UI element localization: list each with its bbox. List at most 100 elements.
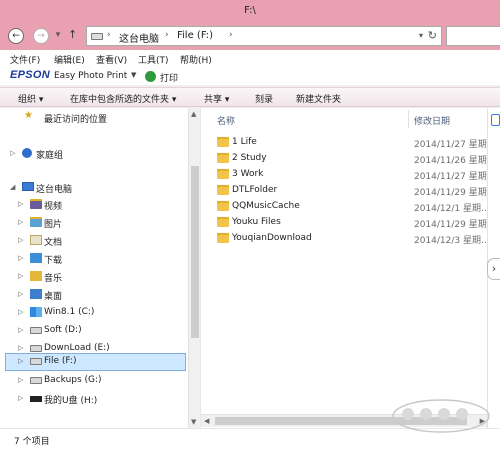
column-header-row: 名称 修改日期	[201, 108, 488, 130]
address-bar[interactable]: › 这台电脑 › File (F:) › ▾ ↻	[86, 26, 442, 46]
print-icon[interactable]	[145, 71, 156, 82]
menu-bar: 文件(F) 编辑(E) 查看(V) 工具(T) 帮助(H)	[0, 50, 500, 67]
title-bar[interactable]: F:\	[0, 0, 500, 22]
expand-arrow-icon[interactable]: ▷	[18, 290, 23, 298]
music-folder-icon	[30, 271, 42, 281]
breadcrumb-file-f[interactable]: File (F:)	[177, 30, 213, 41]
folder-icon	[217, 153, 229, 163]
easy-photo-print-button[interactable]: Easy Photo Print	[54, 71, 127, 81]
drive-icon	[30, 345, 42, 352]
expand-arrow-icon[interactable]: ▷	[18, 254, 23, 262]
tree-item-desktop[interactable]: ▷ 桌面	[14, 287, 186, 303]
include-in-library-button[interactable]: 在库中包含所选的文件夹 ▾	[70, 92, 176, 105]
collapse-arrow-icon[interactable]: ◢	[10, 183, 15, 191]
nav-vertical-scrollbar[interactable]: ▲ ▼	[188, 108, 200, 428]
menu-file[interactable]: 文件(F)	[10, 53, 40, 66]
drive-icon	[30, 327, 42, 334]
share-button[interactable]: 共享 ▾	[204, 92, 229, 105]
tree-item-drive-f[interactable]: ▷ File (F:)	[5, 353, 186, 371]
forward-button[interactable]: →	[33, 28, 49, 44]
expand-arrow-icon[interactable]: ▷	[18, 218, 23, 226]
preview-pane-icon[interactable]	[491, 114, 500, 126]
tree-item-drive-h[interactable]: ▷ 我的U盘 (H:)	[14, 391, 186, 407]
folder-icon	[217, 185, 229, 195]
item-count: 7 个项目	[14, 437, 50, 447]
column-divider[interactable]	[408, 110, 409, 128]
preview-strip: ›	[487, 108, 500, 428]
list-item[interactable]: YouqianDownload 2014/12/3 星期...	[201, 230, 488, 246]
chevron-right-icon: ›	[165, 30, 169, 40]
folder-icon	[217, 201, 229, 211]
expand-arrow-icon[interactable]: ▷	[18, 272, 23, 280]
address-dropdown-icon[interactable]: ▾	[419, 31, 423, 40]
tree-item-downloads[interactable]: ▷ 下载	[14, 251, 186, 267]
usb-drive-icon	[30, 396, 42, 402]
back-button[interactable]: ←	[8, 28, 24, 44]
windows-drive-icon	[30, 307, 42, 317]
desktop-folder-icon	[30, 289, 42, 299]
column-header-name[interactable]: 名称	[217, 114, 235, 127]
tree-item-pictures[interactable]: ▷ 图片	[14, 215, 186, 231]
tree-item-documents[interactable]: ▷ 文档	[14, 233, 186, 249]
folder-tree: ★ 最近访问的位置 ▷ 家庭组 ◢ 这台电脑 ▷ 视频 ▷ 图片 ▷ 文档 ▷ …	[0, 108, 188, 428]
expand-arrow-icon[interactable]: ▷	[18, 394, 23, 402]
expand-arrow-icon[interactable]: ▷	[18, 200, 23, 208]
folder-icon	[217, 169, 229, 179]
menu-tools[interactable]: 工具(T)	[138, 53, 169, 66]
tree-item-videos[interactable]: ▷ 视频	[14, 197, 186, 213]
menu-edit[interactable]: 编辑(E)	[54, 53, 85, 66]
up-button[interactable]: ↑	[68, 28, 77, 41]
explorer-window: F:\ ← → ▾ ↑ › 这台电脑 › File (F:) › ▾ ↻ 文件(…	[0, 0, 500, 452]
scroll-up-icon[interactable]: ▲	[191, 110, 196, 118]
downloads-folder-icon	[30, 253, 42, 263]
expand-arrow-icon[interactable]: ▷	[18, 236, 23, 244]
tree-item-music[interactable]: ▷ 音乐	[14, 269, 186, 285]
expand-arrow-icon[interactable]: ▷	[18, 376, 23, 384]
expand-arrow-icon[interactable]: ▷	[18, 326, 23, 334]
organize-button[interactable]: 组织 ▾	[18, 92, 43, 105]
chevron-right-icon: ›	[229, 30, 233, 40]
window-title: F:\	[244, 5, 256, 16]
scroll-down-icon[interactable]: ▼	[191, 418, 196, 426]
column-header-date[interactable]: 修改日期	[414, 114, 450, 127]
command-bar: 组织 ▾ 在库中包含所选的文件夹 ▾ 共享 ▾ 刻录 新建文件夹	[0, 87, 500, 107]
chevron-down-icon[interactable]: ▼	[131, 71, 136, 79]
chevron-right-icon: ›	[107, 30, 111, 40]
tree-item-drive-d[interactable]: ▷ Soft (D:)	[14, 323, 186, 339]
recent-locations-dropdown[interactable]: ▾	[53, 28, 63, 44]
epson-logo: EPSON	[10, 69, 51, 81]
expand-arrow-icon[interactable]: ▷	[18, 357, 23, 365]
expand-arrow-icon[interactable]: ▷	[10, 149, 15, 157]
tree-item-drive-g[interactable]: ▷ Backups (G:)	[14, 373, 186, 389]
scroll-thumb[interactable]	[191, 166, 199, 338]
homegroup-icon	[22, 148, 32, 158]
tree-item-this-pc[interactable]: ◢ 这台电脑	[6, 180, 186, 196]
refresh-icon[interactable]: ↻	[428, 29, 437, 42]
menu-view[interactable]: 查看(V)	[96, 53, 127, 66]
navigation-bar: ← → ▾ ↑ › 这台电脑 › File (F:) › ▾ ↻	[0, 22, 500, 50]
list-item[interactable]: 2 Study 2014/11/26 星期...	[201, 150, 488, 166]
star-icon: ★	[24, 110, 33, 121]
tree-item-homegroup[interactable]: ▷ 家庭组	[6, 146, 186, 162]
burn-button[interactable]: 刻录	[255, 92, 273, 105]
folder-icon	[217, 217, 229, 227]
tree-item-recent[interactable]: ★ 最近访问的位置	[16, 110, 186, 126]
menu-help[interactable]: 帮助(H)	[180, 53, 212, 66]
navigation-pane: ★ 最近访问的位置 ▷ 家庭组 ◢ 这台电脑 ▷ 视频 ▷ 图片 ▷ 文档 ▷ …	[0, 108, 200, 428]
expand-arrow-icon[interactable]: ▷	[18, 344, 23, 352]
list-item[interactable]: QQMusicCache 2014/12/1 星期...	[201, 198, 488, 214]
list-item[interactable]: Youku Files 2014/11/29 星期...	[201, 214, 488, 230]
chevron-right-icon[interactable]: ›	[487, 258, 500, 280]
list-item[interactable]: 3 Work 2014/11/27 星期...	[201, 166, 488, 182]
list-item[interactable]: 1 Life 2014/11/27 星期...	[201, 134, 488, 150]
tree-item-drive-c[interactable]: ▷ Win8.1 (C:)	[14, 305, 186, 321]
watermark-logo	[392, 399, 490, 433]
expand-arrow-icon[interactable]: ▷	[18, 308, 23, 316]
print-button[interactable]: 打印	[160, 71, 178, 84]
list-item[interactable]: DTLFolder 2014/11/29 星期...	[201, 182, 488, 198]
scroll-left-icon[interactable]: ◀	[204, 417, 209, 425]
search-input[interactable]	[446, 26, 500, 46]
new-folder-button[interactable]: 新建文件夹	[296, 92, 341, 105]
breadcrumb-this-pc[interactable]: 这台电脑	[119, 30, 159, 45]
folder-icon	[217, 137, 229, 147]
